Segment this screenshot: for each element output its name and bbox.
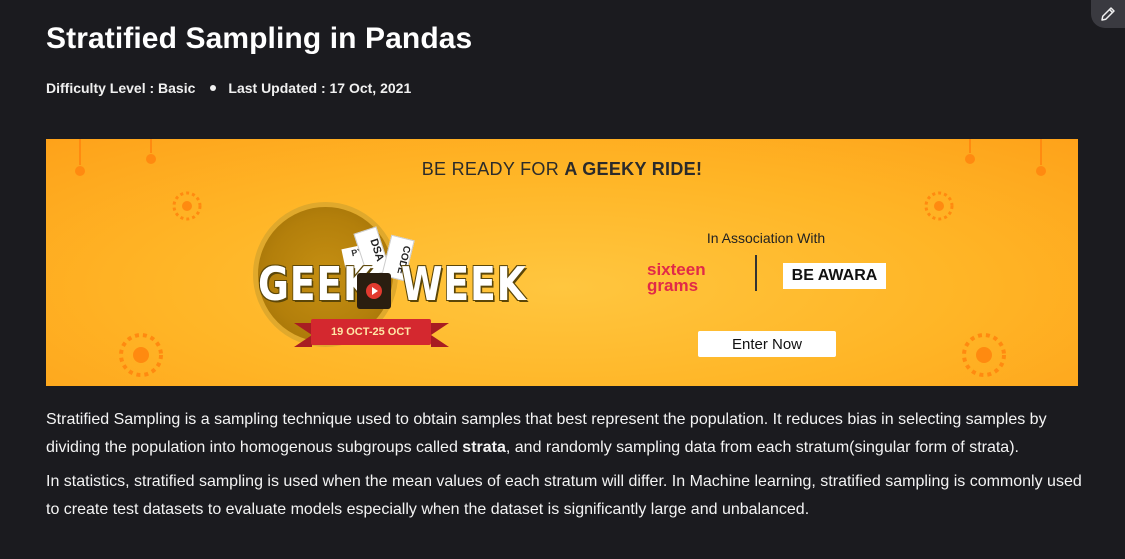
meta-separator-dot	[210, 85, 217, 91]
play-bag-icon	[357, 273, 391, 309]
event-dates-ribbon: 19 OCT-25 OCT	[311, 319, 431, 345]
geek-word: GEEK	[258, 257, 374, 311]
pencil-icon	[1101, 7, 1115, 21]
paragraph-2: In statistics, stratified sampling is us…	[46, 473, 1082, 518]
ribbon-left-tail	[294, 323, 312, 347]
article-content: Stratified Sampling is a sampling techni…	[46, 406, 1086, 530]
sponsor-sixteen-grams-logo: sixteen grams	[647, 260, 706, 295]
last-updated: Last Updated : 17 Oct, 2021	[228, 80, 412, 96]
paragraph-1: Stratified Sampling is a sampling techni…	[46, 411, 1047, 456]
difficulty-level: Difficulty Level : Basic	[46, 80, 196, 96]
page-title: Stratified Sampling in Pandas	[46, 22, 473, 55]
geek-week-banner[interactable]: BE READY FOR A GEEKY RIDE! PY DSA CODE G…	[46, 139, 1078, 386]
sponsor-be-awara-logo: BE AWARA	[783, 263, 886, 289]
edit-button[interactable]	[1091, 0, 1125, 28]
association-label: In Association With	[706, 230, 826, 246]
ribbon-right-tail	[431, 323, 449, 347]
week-word: WEEK	[401, 257, 527, 311]
sponsor-divider	[755, 255, 757, 291]
banner-headline: BE READY FOR A GEEKY RIDE!	[421, 159, 703, 179]
enter-now-button[interactable]: Enter Now	[698, 331, 836, 357]
article-meta: Difficulty Level : Basic Last Updated : …	[46, 80, 411, 96]
